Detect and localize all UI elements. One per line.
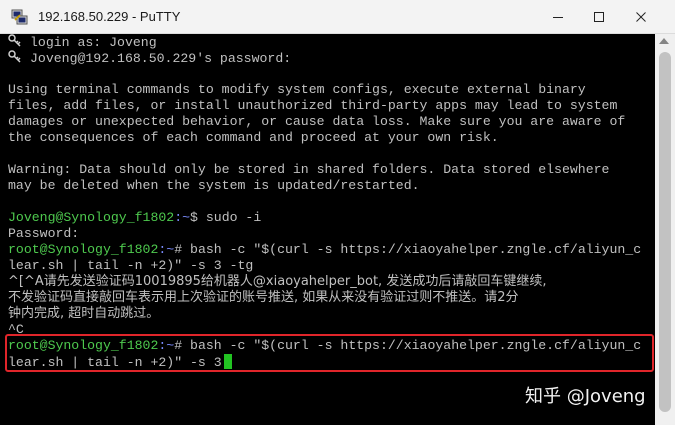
- prompt-line: root@Synology_f1802:~# bash -c "$(curl -…: [8, 242, 641, 258]
- password-prompt: Joveng@192.168.50.229's password:: [30, 51, 292, 66]
- prompt-user: Joveng@Synology_f1802: [8, 210, 175, 225]
- warning-line: damages or unexpected behavior, or cause…: [8, 114, 626, 129]
- prompt-command: sudo -i: [197, 210, 262, 225]
- maximize-button[interactable]: [576, 0, 622, 33]
- output-line: 不发验证码直接敲回车表示用上次验证的账号推送, 如果从来没有验证过则不推送。请2…: [8, 290, 519, 305]
- scroll-up-arrow-icon[interactable]: [659, 38, 669, 44]
- watermark: 知乎 @Joveng: [525, 386, 646, 407]
- prompt-symbol: $: [190, 210, 198, 225]
- prompt-path: :~: [174, 210, 191, 225]
- prompt-path: :~: [158, 242, 175, 257]
- warning-line: files, add files, or install unauthorize…: [8, 98, 618, 113]
- warning-line: Using terminal commands to modify system…: [8, 82, 586, 97]
- prompt-user: root@Synology_f1802: [8, 242, 159, 257]
- prompt-line: Joveng@Synology_f1802:~$ sudo -i: [8, 210, 261, 226]
- scrollbar-thumb[interactable]: [659, 52, 671, 412]
- highlight-box: [5, 334, 654, 372]
- minimize-icon: [553, 16, 563, 18]
- terminal-line: login as: Joveng: [8, 34, 157, 51]
- prompt-command: bash -c "$(curl -s https://xiaoyahelper.…: [182, 242, 642, 257]
- putty-window: 192.168.50.229 - PuTTY login as: Joveng …: [0, 0, 675, 425]
- terminal-line: Joveng@192.168.50.229's password:: [8, 50, 291, 67]
- key-icon: [8, 34, 21, 47]
- output-line: ^[^A请先发送验证码10019895给机器人@xiaoyahelper_bot…: [8, 274, 547, 289]
- data-warning-line: Warning: Data should only be stored in s…: [8, 162, 610, 177]
- key-icon: [8, 50, 21, 63]
- vertical-scrollbar[interactable]: [655, 34, 675, 425]
- putty-icon: [11, 9, 28, 25]
- password-line: Password:: [8, 226, 80, 241]
- command-continuation: lear.sh | tail -n +2)" -s 3 -tg: [8, 258, 254, 273]
- prompt-symbol: #: [174, 242, 183, 257]
- title-bar[interactable]: 192.168.50.229 - PuTTY: [0, 0, 675, 34]
- window-title: 192.168.50.229 - PuTTY: [38, 9, 181, 24]
- close-icon: [636, 11, 646, 22]
- maximize-icon: [594, 11, 604, 22]
- data-warning-line: may be deleted when the system is update…: [8, 178, 420, 193]
- close-button[interactable]: [618, 0, 664, 33]
- output-line: 钟内完成, 超时自动跳过。: [8, 306, 160, 321]
- minimize-button[interactable]: [535, 0, 581, 33]
- warning-line: the consequences of each command and pro…: [8, 130, 499, 145]
- login-line: login as: Joveng: [30, 35, 157, 50]
